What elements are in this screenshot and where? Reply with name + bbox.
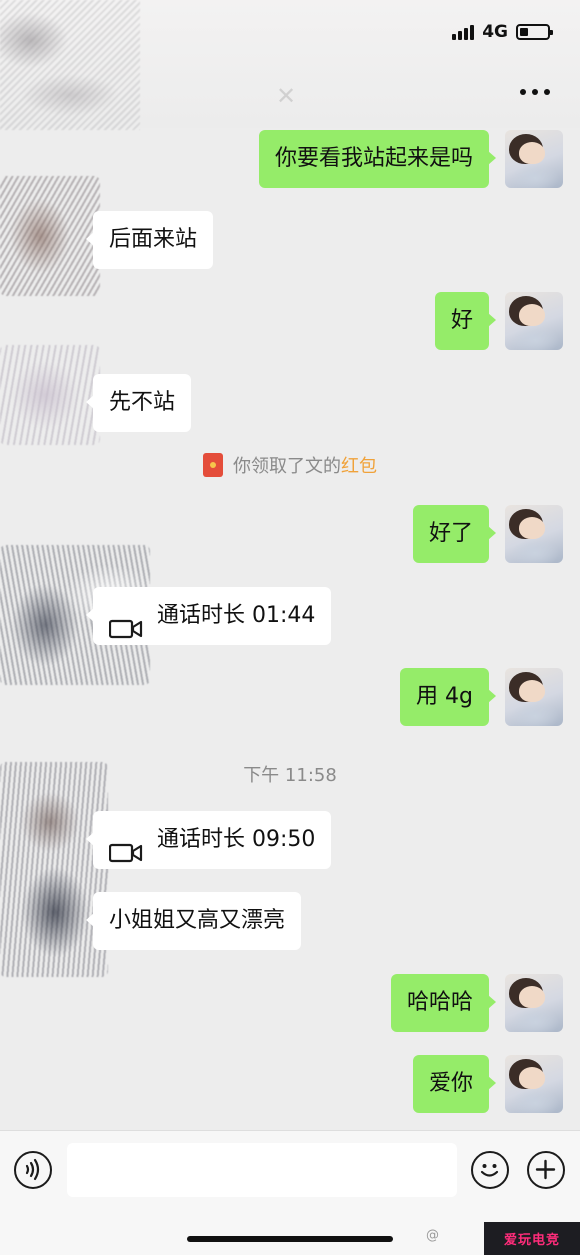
red-packet-icon xyxy=(203,453,223,477)
my-avatar[interactable] xyxy=(505,974,563,1032)
message-bubble-outgoing[interactable]: 好 xyxy=(434,292,497,350)
call-duration: 通话时长 09:50 xyxy=(157,827,316,852)
signal-icon xyxy=(452,24,475,40)
contact-avatar-redacted[interactable] xyxy=(0,762,108,977)
red-packet-text: 你领取了文的 xyxy=(233,456,341,477)
voice-input-icon[interactable] xyxy=(14,1151,52,1189)
contact-avatar-redacted[interactable] xyxy=(0,345,100,445)
watermark-logo: 爱玩电竞 xyxy=(484,1222,580,1255)
red-packet-link[interactable]: 红包 xyxy=(341,456,377,477)
message-bubble-outgoing[interactable]: 哈哈哈 xyxy=(390,974,497,1032)
close-icon: ✕ xyxy=(276,82,297,110)
more-dots-icon[interactable] xyxy=(520,82,550,102)
message-bubble-outgoing[interactable]: 你要看我站起来是吗 xyxy=(258,130,497,188)
top-bar: ✕ 4G xyxy=(0,0,580,130)
my-avatar[interactable] xyxy=(505,1055,563,1113)
message-bubble-outgoing[interactable]: 好了 xyxy=(412,505,497,563)
video-call-bubble[interactable]: 通话时长 09:50 xyxy=(85,811,332,869)
call-duration: 通话时长 01:44 xyxy=(157,603,316,628)
status-bar: 4G xyxy=(452,20,553,44)
red-packet-notice: 你领取了文的红包 xyxy=(0,452,580,478)
my-avatar[interactable] xyxy=(505,130,563,188)
watermark-prefix: @ xyxy=(426,1228,439,1243)
video-call-bubble[interactable]: 通话时长 01:44 xyxy=(85,587,332,645)
message-bubble-outgoing[interactable]: 爱你 xyxy=(412,1055,497,1113)
message-bubble-incoming[interactable]: 小姐姐又高又漂亮 xyxy=(85,892,302,950)
message-bubble-outgoing[interactable]: 用 4g xyxy=(400,668,496,726)
home-indicator[interactable] xyxy=(187,1236,393,1242)
plus-icon[interactable] xyxy=(527,1151,565,1189)
emoji-icon[interactable] xyxy=(471,1151,509,1189)
contact-avatar-redacted[interactable] xyxy=(0,176,100,296)
my-avatar[interactable] xyxy=(505,292,563,350)
scribbled-title-area xyxy=(0,0,140,130)
my-avatar[interactable] xyxy=(505,505,563,563)
message-bubble-incoming[interactable]: 后面来站 xyxy=(85,211,214,269)
message-bubble-incoming[interactable]: 先不站 xyxy=(85,374,192,432)
battery-icon xyxy=(516,24,553,40)
network-label: 4G xyxy=(482,22,508,42)
my-avatar[interactable] xyxy=(505,668,563,726)
message-input[interactable] xyxy=(67,1143,457,1197)
video-call-icon xyxy=(108,828,143,863)
battery-level xyxy=(520,28,528,36)
video-call-icon xyxy=(108,604,143,639)
